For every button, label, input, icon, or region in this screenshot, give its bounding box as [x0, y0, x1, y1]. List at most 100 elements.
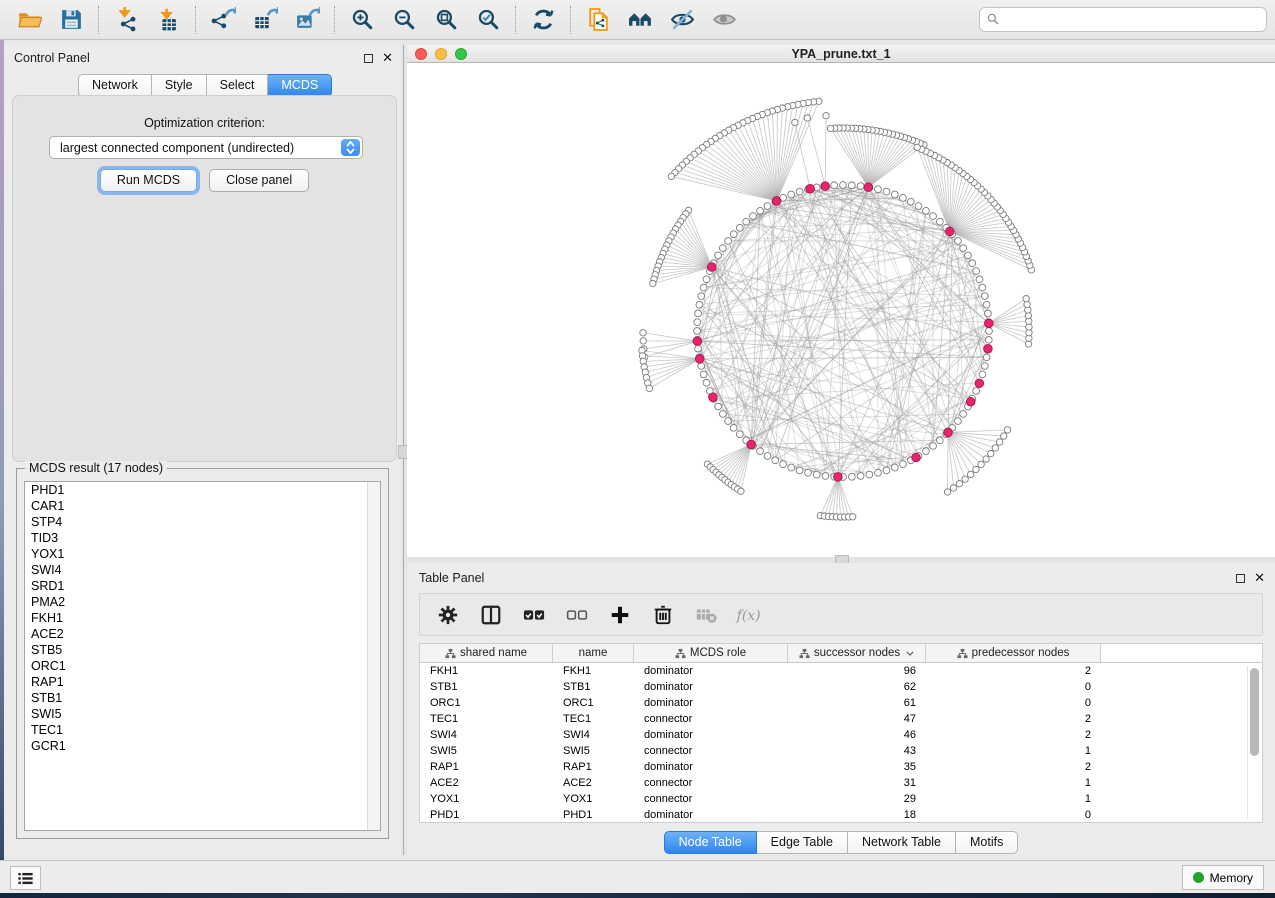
leaf-node[interactable]	[827, 125, 833, 131]
ring-node[interactable]	[981, 363, 988, 370]
mcds-result-item[interactable]: TEC1	[25, 722, 380, 738]
ring-node[interactable]	[960, 245, 967, 252]
leaf-node[interactable]	[668, 173, 674, 179]
refresh-layout-button[interactable]	[522, 4, 564, 36]
leaf-node[interactable]	[967, 471, 973, 477]
export-network-button[interactable]	[202, 4, 244, 36]
ring-node[interactable]	[813, 471, 820, 478]
show-all-button[interactable]	[703, 4, 745, 36]
ring-node[interactable]	[725, 238, 732, 245]
leaf-node[interactable]	[850, 514, 856, 520]
ring-node[interactable]	[719, 245, 726, 252]
ring-node[interactable]	[955, 238, 962, 245]
mcds-hub-node[interactable]	[695, 355, 704, 364]
ring-node[interactable]	[923, 207, 930, 214]
leaf-node[interactable]	[804, 115, 810, 121]
ring-node[interactable]	[725, 418, 732, 425]
mcds-result-item[interactable]: SRD1	[25, 578, 380, 594]
save-session-button[interactable]	[50, 4, 92, 36]
network-canvas-svg[interactable]	[407, 63, 1275, 557]
ring-node[interactable]	[736, 431, 743, 438]
close-table-panel-icon[interactable]: ✕	[1254, 573, 1265, 583]
duplicate-network-button[interactable]	[577, 4, 619, 36]
leaf-node[interactable]	[944, 489, 950, 495]
leaf-node[interactable]	[1023, 296, 1029, 302]
ring-node[interactable]	[875, 186, 882, 193]
ring-node[interactable]	[973, 388, 980, 395]
table-row[interactable]: PHD1PHD1dominator180	[420, 807, 1262, 823]
leaf-node[interactable]	[950, 485, 956, 491]
table-scrollbar-thumb[interactable]	[1250, 668, 1259, 756]
ring-node[interactable]	[936, 437, 943, 444]
ring-node[interactable]	[960, 411, 967, 418]
ring-node[interactable]	[983, 301, 990, 308]
ring-node[interactable]	[730, 424, 737, 431]
leaf-node[interactable]	[640, 338, 646, 344]
ring-node[interactable]	[976, 276, 983, 283]
ring-node[interactable]	[695, 345, 702, 352]
ring-node[interactable]	[848, 182, 855, 189]
ring-node[interactable]	[698, 293, 705, 300]
ring-node[interactable]	[715, 403, 722, 410]
ring-node[interactable]	[900, 194, 907, 201]
tab-network-table[interactable]: Network Table	[848, 831, 956, 854]
memory-button[interactable]: Memory	[1182, 865, 1264, 890]
ring-node[interactable]	[883, 188, 890, 195]
mcds-hub-node[interactable]	[709, 393, 718, 402]
mcds-hub-node[interactable]	[945, 227, 954, 236]
ring-node[interactable]	[788, 191, 795, 198]
ring-node[interactable]	[780, 461, 787, 468]
leaf-node[interactable]	[973, 466, 979, 472]
mcds-hub-node[interactable]	[984, 344, 993, 353]
criterion-dropdown[interactable]: largest connected component (undirected)	[49, 136, 363, 159]
tab-mcds[interactable]: MCDS	[268, 74, 332, 97]
mcds-result-item[interactable]: RAP1	[25, 674, 380, 690]
ring-node[interactable]	[875, 469, 882, 476]
ring-node[interactable]	[695, 310, 702, 317]
ring-node[interactable]	[986, 328, 993, 335]
table-row[interactable]: RAP1RAP1dominator352	[420, 759, 1262, 775]
ring-node[interactable]	[796, 467, 803, 474]
leaf-node[interactable]	[650, 280, 656, 286]
mcds-hub-node[interactable]	[834, 473, 843, 482]
leaf-node[interactable]	[1001, 433, 1007, 439]
import-network-button[interactable]	[105, 4, 147, 36]
ring-node[interactable]	[985, 310, 992, 317]
tab-network[interactable]: Network	[78, 74, 152, 97]
table-row[interactable]: TEC1TEC1connector472	[420, 711, 1262, 727]
ring-node[interactable]	[900, 461, 907, 468]
ring-node[interactable]	[715, 252, 722, 259]
first-neighbors-button[interactable]	[619, 4, 661, 36]
ring-node[interactable]	[907, 198, 914, 205]
tab-motifs[interactable]: Motifs	[956, 831, 1018, 854]
mcds-result-item[interactable]: PMA2	[25, 594, 380, 610]
column-header-successor-nodes[interactable]: successor nodes	[788, 644, 926, 662]
ring-node[interactable]	[730, 231, 737, 238]
mcds-hub-node[interactable]	[747, 440, 756, 449]
mcds-result-item[interactable]: SWI4	[25, 562, 380, 578]
ring-node[interactable]	[969, 260, 976, 267]
leaf-node[interactable]	[988, 450, 994, 456]
ring-node[interactable]	[788, 464, 795, 471]
mcds-result-item[interactable]: STP4	[25, 514, 380, 530]
tab-edge-table[interactable]: Edge Table	[757, 831, 848, 854]
mcds-result-item[interactable]: SWI5	[25, 706, 380, 722]
ring-node[interactable]	[936, 218, 943, 225]
ring-node[interactable]	[743, 218, 750, 225]
ring-node[interactable]	[719, 411, 726, 418]
mcds-hub-node[interactable]	[966, 397, 975, 406]
ring-node[interactable]	[822, 473, 829, 480]
mcds-result-item[interactable]: FKH1	[25, 610, 380, 626]
show-columns-button[interactable]	[477, 601, 505, 629]
ring-node[interactable]	[694, 328, 701, 335]
zoom-in-button[interactable]	[341, 4, 383, 36]
table-scrollbar[interactable]	[1247, 666, 1260, 819]
ring-node[interactable]	[930, 443, 937, 450]
ring-node[interactable]	[750, 213, 757, 220]
zoom-out-button[interactable]	[383, 4, 425, 36]
ring-node[interactable]	[883, 467, 890, 474]
ring-node[interactable]	[764, 453, 771, 460]
mcds-result-item[interactable]: STB5	[25, 642, 380, 658]
table-options-gear-button[interactable]	[434, 601, 462, 629]
network-window-titlebar[interactable]: YPA_prune.txt_1	[407, 45, 1275, 63]
